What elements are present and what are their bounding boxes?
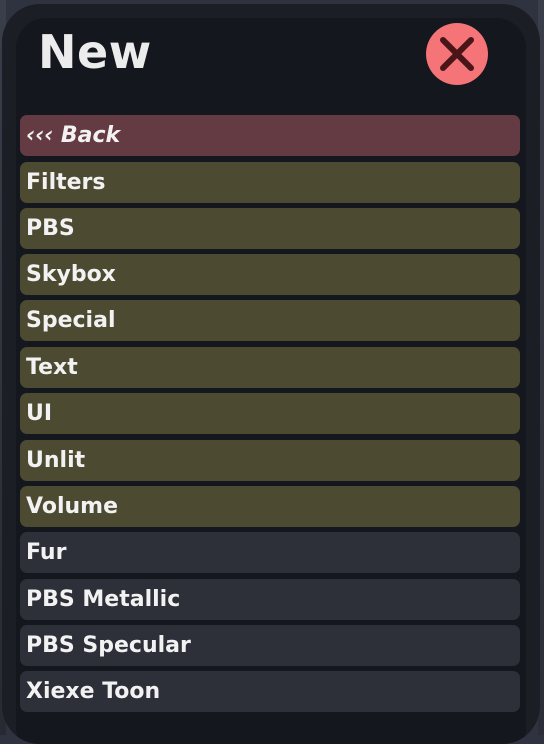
- menu-item-pbs-metallic[interactable]: PBS Metallic: [20, 579, 520, 620]
- panel-title: New: [38, 25, 152, 79]
- menu-item-fur[interactable]: Fur: [20, 532, 520, 573]
- menu-item-text[interactable]: Text: [20, 347, 520, 388]
- menu-item-filters[interactable]: Filters: [20, 162, 520, 203]
- close-button[interactable]: [426, 23, 488, 85]
- menu-item-special[interactable]: Special: [20, 300, 520, 341]
- menu-item-unlit[interactable]: Unlit: [20, 440, 520, 481]
- menu-item-xiexe-toon[interactable]: Xiexe Toon: [20, 671, 520, 712]
- menu-item-skybox[interactable]: Skybox: [20, 254, 520, 295]
- back-button[interactable]: ‹‹‹ Back: [20, 115, 520, 156]
- menu-item-pbs[interactable]: PBS: [20, 208, 520, 249]
- menu-item-ui[interactable]: UI: [20, 393, 520, 434]
- menu-item-pbs-specular[interactable]: PBS Specular: [20, 625, 520, 666]
- menu-item-volume[interactable]: Volume: [20, 486, 520, 527]
- close-x-icon: [440, 37, 474, 71]
